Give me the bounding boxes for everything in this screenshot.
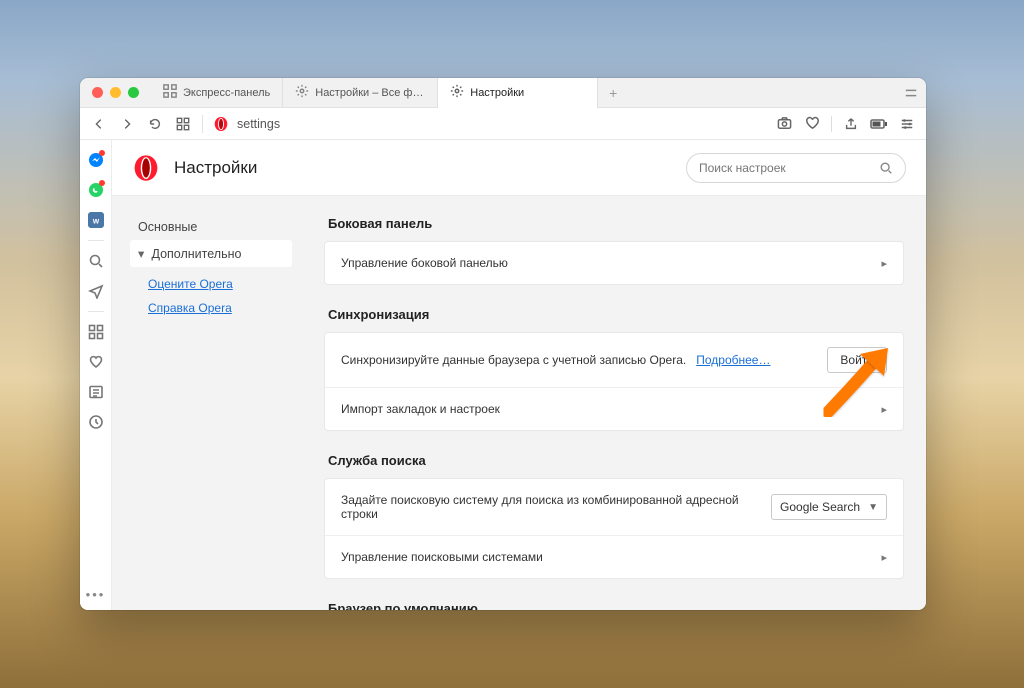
battery-icon[interactable] <box>870 115 888 133</box>
gear-icon <box>450 84 464 101</box>
browser-window: Экспресс-панель Настройки – Все файлы co… <box>80 78 926 610</box>
gear-icon <box>295 84 309 101</box>
whatsapp-icon[interactable] <box>86 176 106 204</box>
sidebar-more-button[interactable]: ••• <box>86 587 106 602</box>
section-title-search: Служба поиска <box>328 453 904 468</box>
chevron-right-icon: ▸ <box>881 257 887 270</box>
tab-label: Экспресс-панель <box>183 87 270 99</box>
tab-speed-dial[interactable]: Экспресс-панель <box>151 78 283 107</box>
nav-item-basic[interactable]: Основные <box>130 214 292 240</box>
opera-icon <box>213 116 229 132</box>
close-window-button[interactable] <box>92 87 103 98</box>
row-import-bookmarks[interactable]: Импорт закладок и настроек ▸ <box>325 387 903 430</box>
section-search-engine: Задайте поисковую систему для поиска из … <box>324 478 904 579</box>
messenger-icon[interactable] <box>86 146 106 174</box>
tab-label: Настройки – Все файлы coo <box>315 87 425 99</box>
settings-header: Настройки <box>112 140 926 196</box>
search-icon <box>879 161 893 175</box>
minimize-window-button[interactable] <box>110 87 121 98</box>
row-sync-login: Синхронизируйте данные браузера с учетно… <box>325 333 903 387</box>
chevron-right-icon: ▸ <box>881 403 887 416</box>
caret-down-icon: ▼ <box>868 502 878 513</box>
speed-dial-icon[interactable] <box>86 318 106 346</box>
address-text: settings <box>237 117 280 131</box>
heart-icon[interactable] <box>803 115 821 133</box>
bookmarks-icon[interactable] <box>86 348 106 376</box>
speed-dial-button[interactable] <box>174 115 192 133</box>
section-title-sync: Синхронизация <box>328 307 904 322</box>
forward-button[interactable] <box>118 115 136 133</box>
nav-link-opera-help[interactable]: Справка Opera <box>148 301 292 315</box>
tab-label: Настройки <box>470 87 524 99</box>
row-manage-sidebar[interactable]: Управление боковой панелью ▸ <box>325 242 903 284</box>
settings-search[interactable] <box>686 153 906 183</box>
section-sync: Синхронизируйте данные браузера с учетно… <box>324 332 904 431</box>
speed-dial-icon <box>163 84 177 101</box>
history-icon[interactable] <box>86 408 106 436</box>
caret-down-icon: ▾ <box>138 246 148 261</box>
search-in-tabs-icon[interactable] <box>86 247 106 275</box>
window-controls[interactable] <box>80 78 151 107</box>
easy-setup-icon[interactable] <box>898 115 916 133</box>
new-tab-button[interactable]: + <box>598 78 628 107</box>
settings-main: Боковая панель Управление боковой панель… <box>302 196 926 610</box>
share-icon[interactable] <box>842 115 860 133</box>
nav-link-rate-opera[interactable]: Оцените Opera <box>148 277 292 291</box>
tab-settings-cookies[interactable]: Настройки – Все файлы coo <box>283 78 438 107</box>
sync-learn-more-link[interactable]: Подробнее… <box>696 353 770 367</box>
login-button[interactable]: Войти <box>827 347 887 373</box>
svg-text:w: w <box>91 217 99 226</box>
settings-search-input[interactable] <box>699 161 871 175</box>
back-button[interactable] <box>90 115 108 133</box>
vk-icon[interactable]: w <box>86 206 106 234</box>
search-engine-select[interactable]: Google Search ▼ <box>771 494 887 520</box>
row-manage-search-engines[interactable]: Управление поисковыми системами ▸ <box>325 535 903 578</box>
opera-logo-icon <box>132 154 160 182</box>
settings-nav: Основные ▾ Дополнительно Оцените Opera С… <box>112 196 302 610</box>
address-bar[interactable]: settings <box>213 116 765 132</box>
sidebar: w ••• <box>80 140 112 610</box>
row-default-search-engine: Задайте поисковую систему для поиска из … <box>325 479 903 535</box>
section-title-sidepanel: Боковая панель <box>328 216 904 231</box>
personal-news-icon[interactable] <box>86 277 106 305</box>
snapshot-icon[interactable] <box>775 115 793 133</box>
news-icon[interactable] <box>86 378 106 406</box>
reload-button[interactable] <box>146 115 164 133</box>
tab-strip: Экспресс-панель Настройки – Все файлы co… <box>80 78 926 108</box>
page-title: Настройки <box>174 158 257 178</box>
maximize-window-button[interactable] <box>128 87 139 98</box>
toolbar: settings <box>80 108 926 140</box>
section-sidepanel: Управление боковой панелью ▸ <box>324 241 904 285</box>
section-title-default-browser: Браузер по умолчанию <box>328 601 904 610</box>
tab-menu-button[interactable] <box>896 78 926 107</box>
chevron-right-icon: ▸ <box>881 551 887 564</box>
tab-settings[interactable]: Настройки <box>438 78 598 107</box>
nav-item-advanced[interactable]: ▾ Дополнительно <box>130 240 292 267</box>
